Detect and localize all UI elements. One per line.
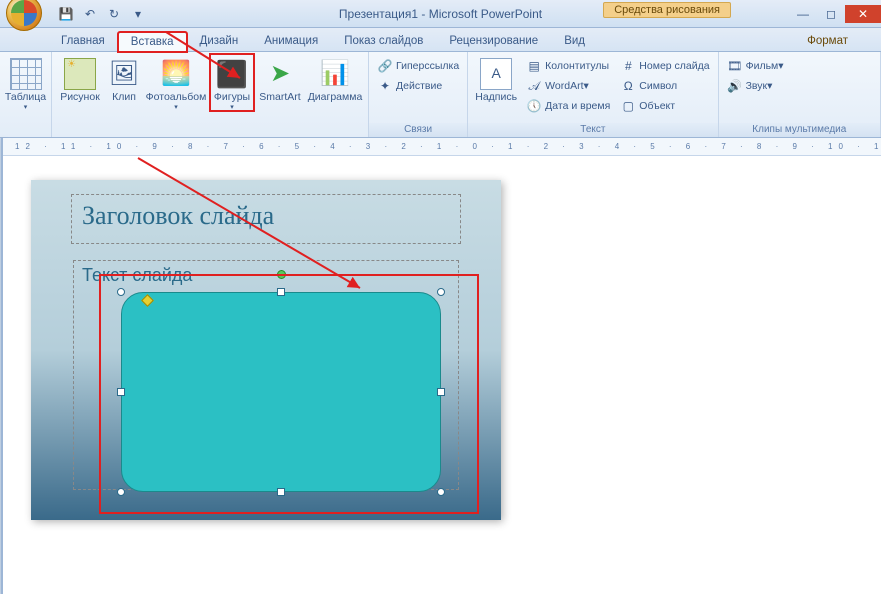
wordart-button[interactable]: 𝒜WordArt ▾ bbox=[522, 77, 614, 95]
datetime-label: Дата и время bbox=[545, 100, 610, 112]
maximize-button[interactable]: ◻ bbox=[817, 5, 845, 23]
window-title: Презентация1 - Microsoft PowerPoint bbox=[339, 7, 542, 21]
clip-icon: 🖼 bbox=[108, 58, 140, 90]
sound-label: Звук bbox=[746, 80, 768, 92]
movie-button[interactable]: 🎞Фильм ▾ bbox=[723, 57, 788, 75]
office-button[interactable] bbox=[6, 0, 42, 31]
ribbon-tabs: Главная Вставка Дизайн Анимация Показ сл… bbox=[0, 28, 881, 52]
shapes-button[interactable]: ⬛Фигуры▾ bbox=[210, 54, 254, 111]
save-icon[interactable]: 💾 bbox=[58, 6, 74, 22]
datetime-icon: 🕔 bbox=[526, 98, 542, 114]
ribbon: Таблица ▾ Рисунок 🖼Клип 🌅Фотоальбом▾ ⬛Фи… bbox=[0, 52, 881, 138]
quick-access-toolbar: 💾 ↶ ↻ ▾ bbox=[58, 6, 146, 22]
resize-handle-nw[interactable] bbox=[117, 288, 125, 296]
smartart-label: SmartArt bbox=[259, 92, 300, 104]
table-button[interactable]: Таблица ▾ bbox=[4, 54, 47, 111]
object-label: Объект bbox=[639, 100, 675, 112]
tab-home[interactable]: Главная bbox=[48, 31, 118, 51]
chart-button[interactable]: 📊 Диаграмма bbox=[306, 54, 364, 104]
smartart-icon: ➤ bbox=[264, 58, 296, 90]
textbox-button[interactable]: A Надпись bbox=[472, 54, 520, 104]
table-icon bbox=[10, 58, 42, 90]
close-button[interactable]: ✕ bbox=[845, 5, 881, 23]
slidenumber-icon: # bbox=[620, 58, 636, 74]
smartart-button[interactable]: ➤ SmartArt bbox=[256, 54, 304, 104]
resize-handle-se[interactable] bbox=[437, 488, 445, 496]
tab-view[interactable]: Вид bbox=[551, 31, 598, 51]
headerfooter-icon: ▤ bbox=[526, 58, 542, 74]
tab-format[interactable]: Формат bbox=[794, 31, 861, 51]
hyperlink-button[interactable]: 🔗Гиперссылка bbox=[373, 57, 463, 75]
datetime-button[interactable]: 🕔Дата и время bbox=[522, 97, 614, 115]
tab-animation[interactable]: Анимация bbox=[251, 31, 331, 51]
clip-button[interactable]: 🖼 Клип bbox=[106, 54, 142, 104]
album-label: Фотоальбом bbox=[146, 92, 207, 104]
photo-album-button[interactable]: 🌅Фотоальбом▾ bbox=[144, 54, 208, 111]
tab-slideshow[interactable]: Показ слайдов bbox=[331, 31, 436, 51]
undo-icon[interactable]: ↶ bbox=[82, 6, 98, 22]
chart-icon: 📊 bbox=[319, 58, 351, 90]
symbol-icon: Ω bbox=[620, 78, 636, 94]
slidenumber-label: Номер слайда bbox=[639, 60, 709, 72]
clip-label: Клип bbox=[112, 92, 136, 104]
title-bar: 💾 ↶ ↻ ▾ Презентация1 - Microsoft PowerPo… bbox=[0, 0, 881, 28]
title-placeholder[interactable]: Заголовок слайда bbox=[71, 194, 461, 244]
object-icon: ▢ bbox=[620, 98, 636, 114]
movie-icon: 🎞 bbox=[727, 58, 743, 74]
wordart-label: WordArt bbox=[545, 80, 583, 92]
resize-handle-ne[interactable] bbox=[437, 288, 445, 296]
sound-icon: 🔊 bbox=[727, 78, 743, 94]
resize-handle-w[interactable] bbox=[117, 388, 125, 396]
resize-handle-e[interactable] bbox=[437, 388, 445, 396]
chart-label: Диаграмма bbox=[308, 92, 363, 104]
slidenumber-button[interactable]: #Номер слайда bbox=[616, 57, 713, 75]
sound-button[interactable]: 🔊Звук ▾ bbox=[723, 77, 788, 95]
symbol-button[interactable]: ΩСимвол bbox=[616, 77, 713, 95]
rounded-rectangle-shape[interactable] bbox=[121, 292, 441, 492]
tab-review[interactable]: Рецензирование bbox=[436, 31, 551, 51]
hyperlink-icon: 🔗 bbox=[377, 58, 393, 74]
album-icon: 🌅 bbox=[160, 58, 192, 90]
picture-icon bbox=[64, 58, 96, 90]
tab-design[interactable]: Дизайн bbox=[187, 31, 252, 51]
slide[interactable]: Заголовок слайда Текст слайда bbox=[31, 180, 501, 520]
wordart-icon: 𝒜 bbox=[526, 78, 542, 94]
redo-icon[interactable]: ↻ bbox=[106, 6, 122, 22]
movie-label: Фильм bbox=[746, 60, 779, 72]
action-icon: ✦ bbox=[377, 78, 393, 94]
resize-handle-sw[interactable] bbox=[117, 488, 125, 496]
group-text-label: Текст bbox=[468, 123, 717, 137]
horizontal-ruler: 12 · 11 · 10 · 9 · 8 · 7 · 6 · 5 · 4 · 3… bbox=[3, 138, 881, 156]
table-label: Таблица bbox=[5, 92, 46, 104]
picture-label: Рисунок bbox=[60, 92, 100, 104]
contextual-tab-label: Средства рисования bbox=[603, 2, 731, 18]
workspace: Последние использованные фигуры ▭ ╲ ╲ ↘ … bbox=[0, 138, 881, 594]
action-label: Действие bbox=[396, 80, 442, 92]
symbol-label: Символ bbox=[639, 80, 677, 92]
resize-handle-n[interactable] bbox=[277, 288, 285, 296]
tab-insert[interactable]: Вставка bbox=[118, 32, 187, 52]
hyperlink-label: Гиперссылка bbox=[396, 60, 459, 72]
slide-canvas[interactable]: 12 · 11 · 10 · 9 · 8 · 7 · 6 · 5 · 4 · 3… bbox=[3, 138, 881, 594]
shapes-label: Фигуры bbox=[214, 92, 250, 104]
headerfooter-button[interactable]: ▤Колонтитулы bbox=[522, 57, 614, 75]
minimize-button[interactable]: — bbox=[789, 5, 817, 23]
object-button[interactable]: ▢Объект bbox=[616, 97, 713, 115]
textbox-label: Надпись bbox=[475, 92, 517, 104]
action-button[interactable]: ✦Действие bbox=[373, 77, 463, 95]
textbox-icon: A bbox=[480, 58, 512, 90]
picture-button[interactable]: Рисунок bbox=[56, 54, 104, 104]
body-placeholder-text: Текст слайда bbox=[82, 265, 192, 285]
group-media-label: Клипы мультимедиа bbox=[719, 123, 880, 137]
rotation-handle[interactable] bbox=[277, 270, 286, 279]
shapes-icon: ⬛ bbox=[216, 58, 248, 90]
qat-dropdown-icon[interactable]: ▾ bbox=[130, 6, 146, 22]
headerfooter-label: Колонтитулы bbox=[545, 60, 609, 72]
group-links-label: Связи bbox=[369, 123, 467, 137]
resize-handle-s[interactable] bbox=[277, 488, 285, 496]
